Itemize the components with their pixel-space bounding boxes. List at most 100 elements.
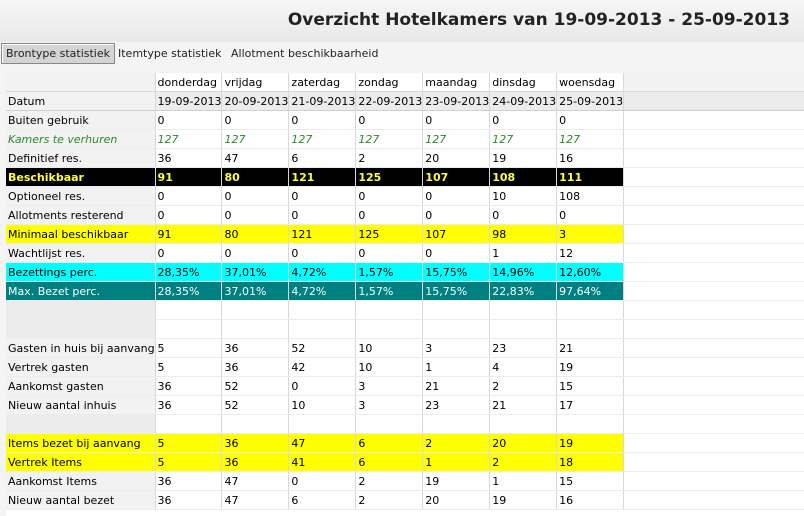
day-header: donderdag: [155, 73, 223, 92]
cell-value: 36: [155, 490, 223, 510]
cell-value: 127: [355, 129, 424, 149]
row-definitief-res: Definitief res. 36 47 6 2 20 19 16: [6, 148, 804, 168]
spacer-row: [6, 414, 804, 434]
cell-value: 91: [155, 167, 223, 187]
cell-value: 20: [422, 148, 491, 168]
cell-value: 36: [221, 452, 290, 472]
cell-value: 12: [556, 243, 625, 263]
cell-value: 19: [489, 490, 558, 510]
row-items-bezet-bij-aanvang: Items bezet bij aanvang 5 36 47 6 2 20 19: [6, 433, 804, 453]
row-filler: [623, 243, 804, 263]
spacer-row: [6, 319, 804, 339]
row-filler: [623, 148, 804, 168]
cell-value: 36: [155, 395, 223, 415]
cell-value: 98: [489, 224, 558, 244]
cell-value: 5: [155, 452, 223, 472]
cell-value: 21: [422, 376, 491, 396]
cell-value: 2: [355, 471, 424, 491]
cell-value: 28,35%: [155, 262, 223, 282]
row-filler: [623, 452, 804, 472]
cell-value: 2: [422, 433, 491, 453]
row-label: Allotments resterend: [6, 205, 156, 225]
tab-brontype-statistiek[interactable]: Brontype statistiek: [1, 43, 115, 64]
cell-value: 42: [288, 357, 357, 377]
row-label: Definitief res.: [6, 148, 156, 168]
cell-value: 20: [422, 490, 491, 510]
cell-value: 5: [155, 433, 223, 453]
row-aankomst-items: Aankomst Items 36 47 0 2 19 1 15: [6, 471, 804, 491]
empty-cell: [489, 319, 558, 339]
row-max-bezet-perc: Max. Bezet perc. 28,35% 37,01% 4,72% 1,57% 15…: [6, 281, 804, 301]
cell-value: 10: [288, 395, 357, 415]
spacer-row: [6, 300, 804, 320]
cell-value: 2: [355, 490, 424, 510]
cell-value: 47: [288, 433, 357, 453]
cell-value: 47: [221, 471, 290, 491]
row-beschikbaar: Beschikbaar 91 80 121 125 107 108 111: [6, 167, 804, 187]
row-filler: [623, 471, 804, 491]
row-filler: [623, 433, 804, 453]
cell-value: 3: [355, 395, 424, 415]
empty-cell: [221, 319, 290, 339]
row-label: Gasten in huis bij aanvang: [6, 338, 156, 358]
cell-value: 12,60%: [556, 262, 625, 282]
cell-value: 52: [221, 376, 290, 396]
cell-value: 127: [155, 129, 223, 149]
cell-value: 17: [556, 395, 625, 415]
row-filler: [623, 205, 804, 225]
cell-value: 0: [288, 376, 357, 396]
tab-allotment-beschikbaarheid[interactable]: Allotment beschikbaarheid: [231, 44, 378, 64]
cell-value: 18: [556, 452, 625, 472]
row-label: [6, 414, 156, 434]
cell-value: 91: [155, 224, 223, 244]
tab-itemtype-statistiek[interactable]: Itemtype statistiek: [118, 44, 222, 64]
cell-value: 21: [556, 338, 625, 358]
row-nieuw-aantal-bezet: Nieuw aantal bezet 36 47 6 2 20 19 16: [6, 490, 804, 510]
row-filler: [623, 110, 804, 130]
cell-value: 36: [221, 357, 290, 377]
cell-value: 0: [221, 205, 290, 225]
date-cell: 25-09-2013: [556, 91, 625, 111]
row-label: Wachtlijst res.: [6, 243, 156, 263]
tab-bar: Brontype statistiek Itemtype statistiek …: [0, 43, 804, 65]
cell-value: 6: [288, 490, 357, 510]
cell-value: 111: [556, 167, 625, 187]
day-header: zondag: [355, 73, 424, 92]
cell-value: 97,64%: [556, 281, 625, 301]
cell-value: 19: [556, 357, 625, 377]
cell-value: 0: [221, 243, 290, 263]
cell-value: 0: [489, 205, 558, 225]
day-header: vrijdag: [221, 73, 290, 92]
row-optioneel-res: Optioneel res. 0 0 0 0 0 10 108: [6, 186, 804, 206]
day-header: zaterdag: [288, 73, 357, 92]
row-label: Optioneel res.: [6, 186, 156, 206]
cell-value: 1: [422, 357, 491, 377]
cell-value: 6: [355, 433, 424, 453]
cell-value: 2: [355, 148, 424, 168]
cell-value: 0: [155, 186, 223, 206]
row-filler: [623, 319, 804, 339]
cell-value: 36: [155, 376, 223, 396]
cell-value: 0: [355, 243, 424, 263]
cell-value: 19: [422, 471, 491, 491]
row-filler: [623, 414, 804, 434]
cell-value: 47: [221, 148, 290, 168]
row-label: [6, 319, 156, 339]
day-header: woensdag: [556, 73, 625, 92]
cell-value: 0: [556, 110, 625, 130]
empty-cell: [155, 414, 223, 434]
row-label: Max. Bezet perc.: [6, 281, 156, 301]
row-filler: [623, 167, 804, 187]
row-kamers-te-verhuren: Kamers te verhuren 127 127 127 127 127 127 127: [6, 129, 804, 149]
empty-cell: [288, 300, 357, 320]
empty-cell: [355, 414, 424, 434]
cell-value: 28,35%: [155, 281, 223, 301]
cell-value: 0: [155, 110, 223, 130]
row-filler: [623, 91, 804, 111]
cell-value: 121: [288, 167, 357, 187]
cell-value: 52: [221, 395, 290, 415]
cell-value: 0: [288, 205, 357, 225]
cell-value: 0: [355, 205, 424, 225]
cell-value: 108: [489, 167, 558, 187]
row-label: Nieuw aantal bezet: [6, 490, 156, 510]
